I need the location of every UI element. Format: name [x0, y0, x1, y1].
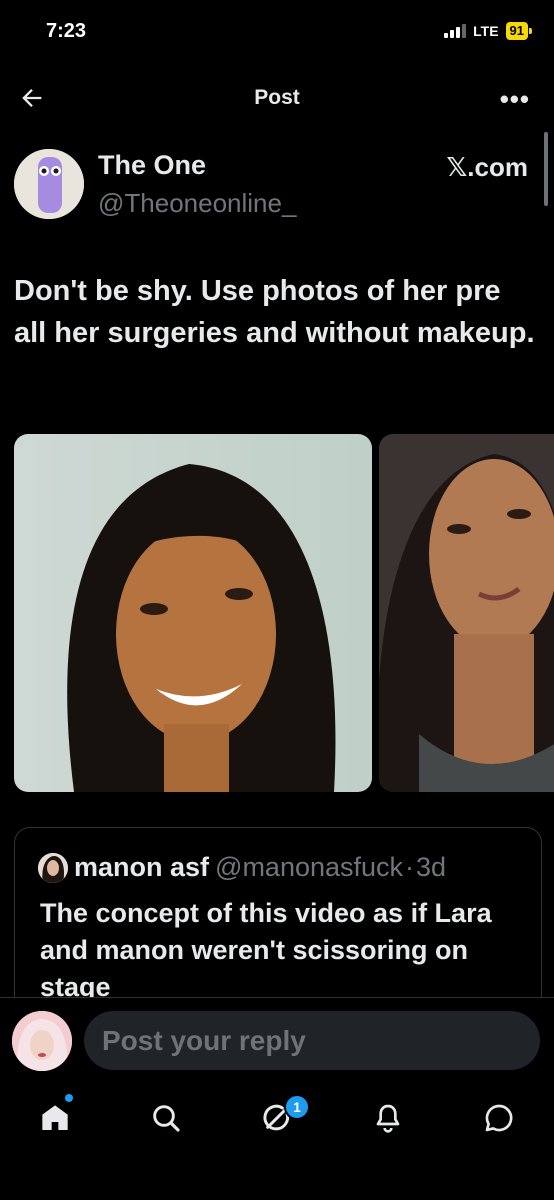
search-icon[interactable]: [144, 1096, 188, 1140]
quote-separator: ·: [405, 852, 415, 882]
post-text: Don't be shy. Use photos of her pre all …: [14, 275, 535, 349]
quote-header[interactable]: manon asf @manonasfuck · 3d: [38, 852, 446, 883]
network-label: LTE: [473, 23, 499, 39]
more-options-icon[interactable]: •••: [500, 84, 530, 115]
battery-tip: [529, 28, 532, 34]
signal-icon: [444, 24, 467, 38]
home-notification-dot: [65, 1094, 73, 1102]
status-time: 7:23: [46, 20, 87, 42]
user-avatar: [12, 1011, 72, 1071]
quote-time: 3d: [416, 852, 447, 882]
quote-avatar[interactable]: [38, 852, 68, 883]
messages-badge: 1: [284, 1094, 310, 1120]
reply-input[interactable]: [84, 1011, 540, 1070]
quote-author-handle: @manonasfuck: [215, 852, 404, 882]
author-handle[interactable]: @Theoneonline_: [98, 188, 296, 219]
quote-author-name: manon asf: [74, 852, 210, 882]
page-title: Post: [254, 86, 300, 109]
status-indicators: LTE 91: [444, 22, 532, 40]
x-logo-source[interactable]: 𝕏.com: [446, 152, 528, 183]
scrollbar[interactable]: [544, 132, 548, 206]
author-name[interactable]: The One: [98, 150, 206, 181]
quote-text: The concept of this video as if Lara and…: [40, 898, 492, 1002]
author-avatar[interactable]: [14, 149, 84, 219]
post-photo-2[interactable]: [379, 434, 554, 792]
notifications-icon[interactable]: [366, 1096, 410, 1140]
post-photo-1[interactable]: [14, 434, 372, 792]
battery-icon: 91: [505, 22, 528, 40]
home-icon[interactable]: [33, 1096, 77, 1140]
messages-icon[interactable]: [477, 1096, 521, 1140]
